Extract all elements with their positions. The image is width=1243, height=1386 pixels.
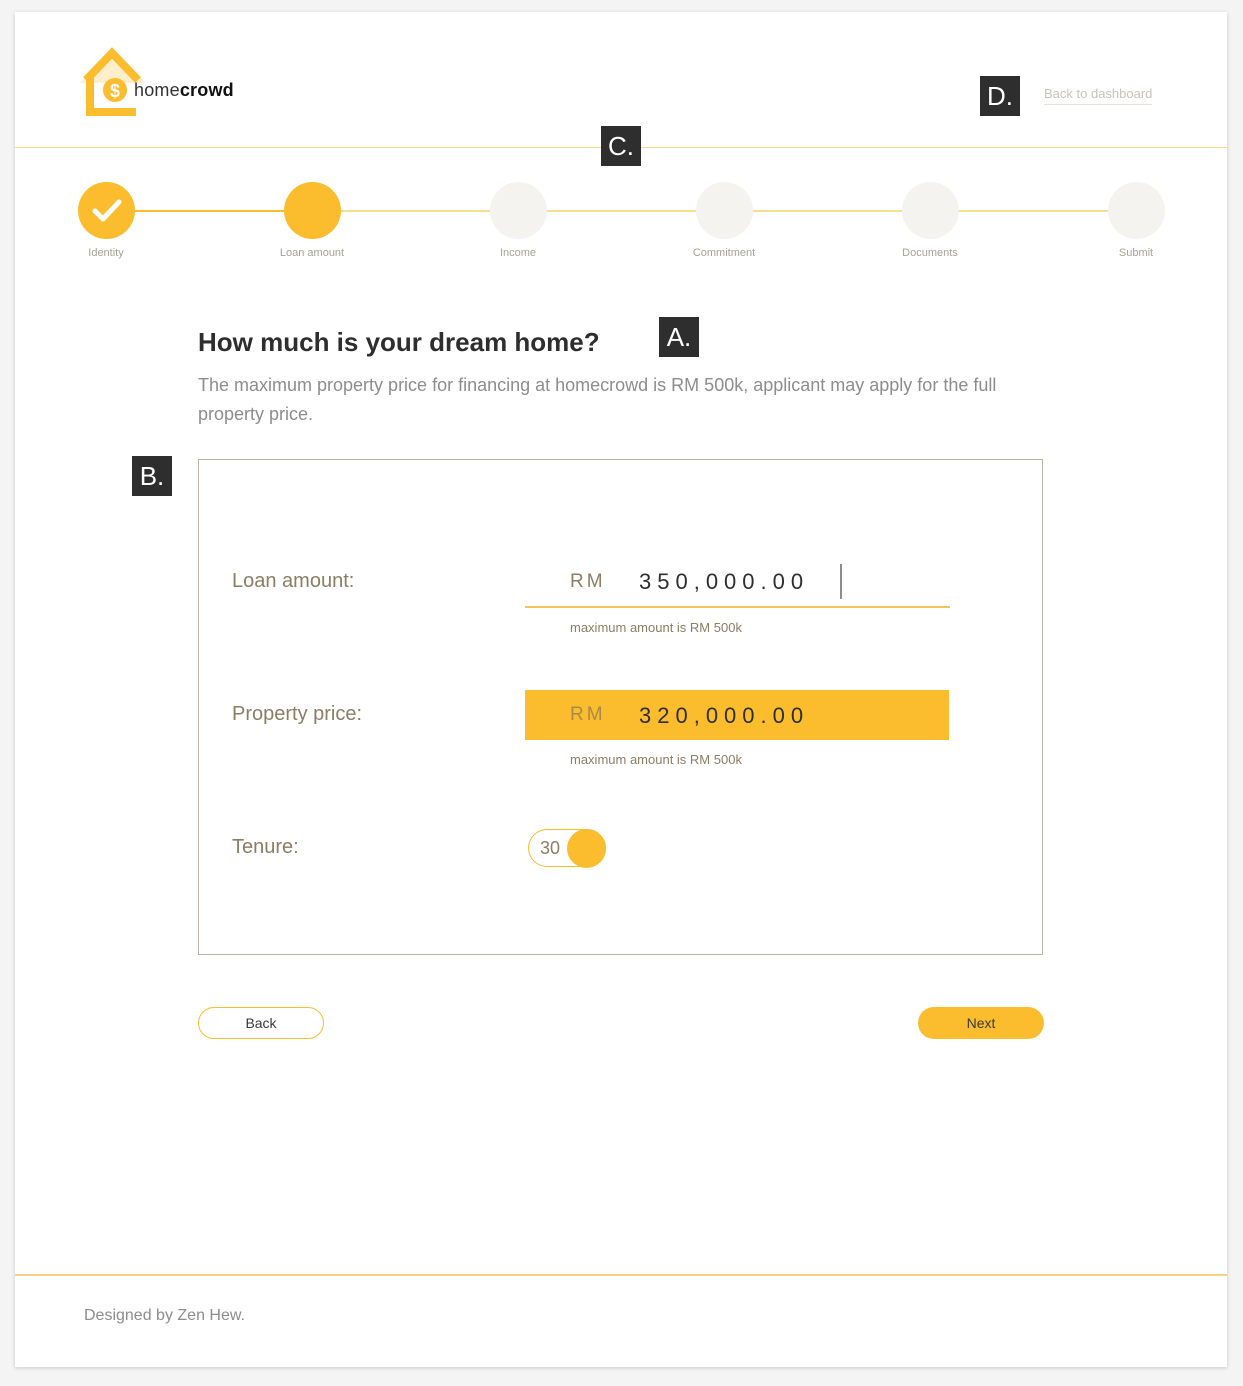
step-income <box>490 182 547 239</box>
checkmark-icon <box>92 199 122 222</box>
page-description: The maximum property price for financing… <box>198 375 997 424</box>
step-commitment <box>696 182 753 239</box>
svg-text:$: $ <box>110 81 120 101</box>
step-connector-1 <box>106 210 312 212</box>
property-currency: RM <box>570 704 606 725</box>
loan-amount-hint: maximum amount is RM 500k <box>570 620 742 635</box>
back-button[interactable]: Back <box>198 1007 324 1039</box>
step-label-loan-amount: Loan amount <box>279 247 345 259</box>
annotation-d: D. <box>980 76 1020 116</box>
step-submit <box>1108 182 1165 239</box>
step-identity[interactable] <box>78 182 135 239</box>
annotation-a: A. <box>659 317 699 357</box>
step-connector-2 <box>312 210 518 212</box>
page-title: How much is your dream home? <box>198 327 600 357</box>
property-price-hint: maximum amount is RM 500k <box>570 752 742 767</box>
annotation-c: C. <box>601 126 641 166</box>
tenure-toggle-knob[interactable] <box>567 829 606 868</box>
text-cursor <box>840 564 842 599</box>
footer-divider <box>15 1274 1227 1276</box>
tenure-label: Tenure: <box>232 836 299 858</box>
brand-name-light: home <box>134 80 180 100</box>
loan-amount-value: 350,000.00 <box>639 569 810 594</box>
brand-wordmark: homecrowd <box>134 80 234 101</box>
step-connector-3 <box>518 210 724 212</box>
property-price-label: Property price: <box>232 703 363 725</box>
next-button[interactable]: Next <box>918 1007 1044 1039</box>
brand-name-bold: crowd <box>179 80 234 100</box>
step-label-income: Income <box>499 247 537 259</box>
tenure-value: 30 <box>540 838 561 858</box>
step-label-submit: Submit <box>1118 247 1154 259</box>
step-connector-5 <box>930 210 1136 212</box>
step-label-identity: Identity <box>88 247 124 259</box>
loan-amount-label: Loan amount: <box>232 570 355 592</box>
loan-currency: RM <box>570 571 606 592</box>
property-price-value: 320,000.00 <box>639 703 810 728</box>
footer-credit: Designed by Zen Hew. <box>84 1307 245 1324</box>
step-label-documents: Documents <box>902 247 958 259</box>
step-label-commitment: Commitment <box>692 247 756 259</box>
annotation-b: B. <box>132 456 172 496</box>
step-loan-amount[interactable] <box>284 182 341 239</box>
step-documents <box>902 182 959 239</box>
step-connector-4 <box>724 210 930 212</box>
back-to-dashboard-link[interactable]: Back to dashboard <box>1044 86 1153 105</box>
